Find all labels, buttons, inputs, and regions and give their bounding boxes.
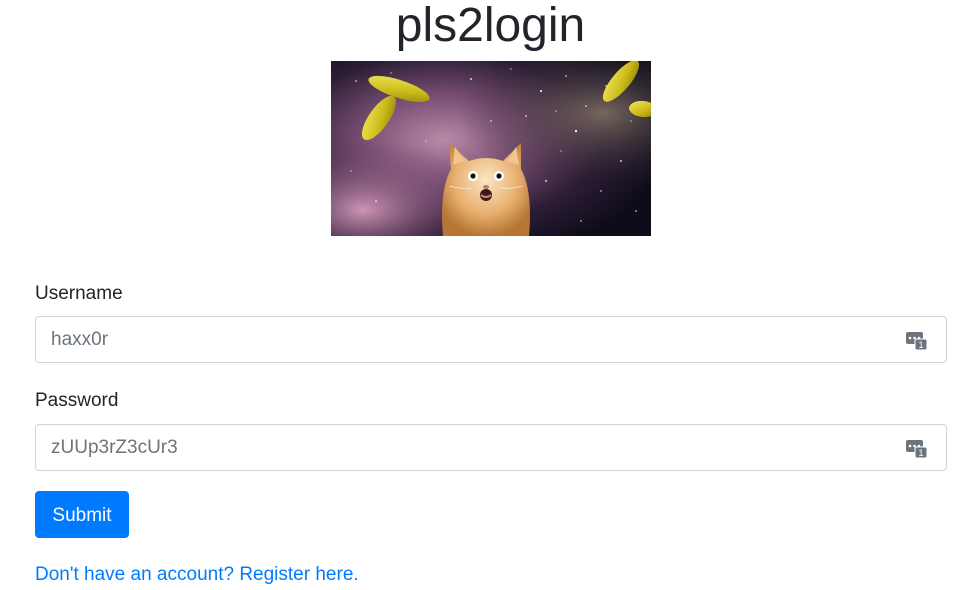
register-link[interactable]: Don't have an account? Register here. [35, 563, 359, 587]
svg-text:1: 1 [918, 340, 923, 350]
svg-text:1: 1 [918, 448, 923, 458]
submit-button[interactable]: Submit [35, 491, 129, 538]
username-group: Username 1 [35, 282, 947, 364]
page-title: pls2login [395, 0, 586, 52]
password-label: Password [35, 390, 119, 411]
hero-image [331, 61, 651, 236]
username-label: Username [35, 283, 123, 304]
password-group: Password 1 [35, 389, 947, 471]
password-field-wrapper: 1 [35, 424, 947, 471]
password-manager-icon[interactable]: 1 [906, 437, 928, 459]
username-field-wrapper: 1 [35, 316, 947, 363]
password-manager-icon[interactable]: 1 [906, 329, 928, 351]
username-input[interactable] [51, 317, 891, 362]
login-page: pls2login Username haxx0r 1 Password zUU… [0, 0, 967, 590]
password-input[interactable] [51, 425, 891, 470]
